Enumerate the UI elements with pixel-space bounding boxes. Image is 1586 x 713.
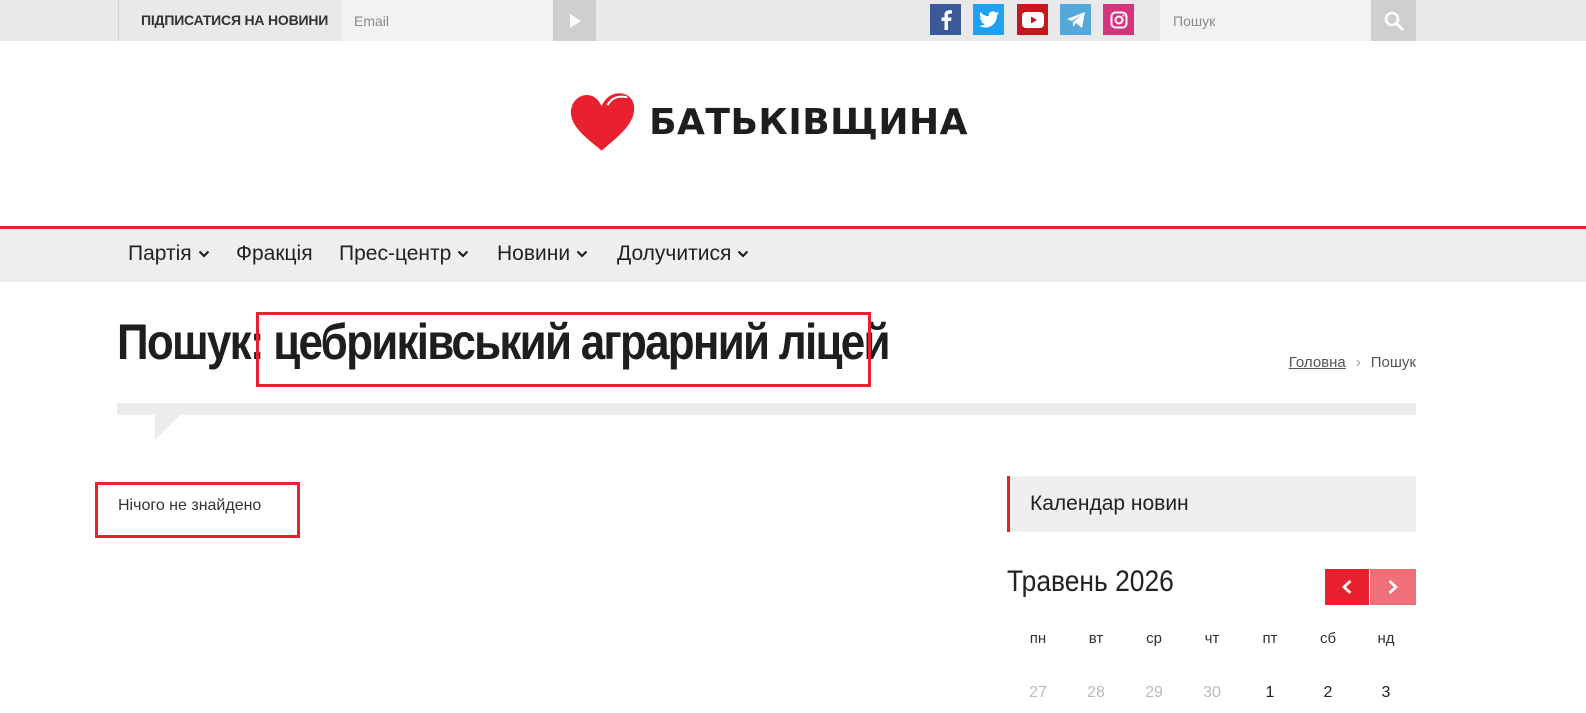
weekday-label: вт: [1088, 630, 1104, 647]
instagram-button[interactable]: [1103, 4, 1134, 35]
youtube-icon: [1021, 11, 1044, 28]
nav-item-news[interactable]: Новини: [497, 229, 588, 282]
calendar-month: Травень 2026: [1007, 565, 1174, 598]
nav-item-label: Фракція: [236, 242, 313, 265]
twitter-icon: [978, 11, 999, 28]
search-input[interactable]: [1160, 0, 1371, 41]
chevron-down-icon: [737, 227, 749, 277]
telegram-button[interactable]: [1060, 4, 1091, 35]
youtube-button[interactable]: [1017, 4, 1048, 35]
chevron-left-icon: [1341, 579, 1352, 595]
top-bar: ПІДПИСАТИСЯ НА НОВИНИ: [0, 0, 1586, 41]
nav-item-press-center[interactable]: Прес-центр: [339, 229, 469, 282]
nav-item-label: Новини: [497, 242, 571, 265]
calendar-day[interactable]: 1: [1250, 684, 1290, 702]
logo-text: БАТЬКІВЩИНА: [649, 101, 968, 143]
site-logo[interactable]: БАТЬКІВЩИНА: [568, 90, 968, 154]
nav-item-label: Партія: [128, 242, 192, 265]
weekday-label: пн: [1029, 630, 1047, 647]
search-button[interactable]: [1371, 0, 1416, 41]
email-input[interactable]: [341, 0, 553, 41]
facebook-icon: [941, 9, 952, 30]
heart-logo-icon: [570, 93, 635, 151]
instagram-icon: [1110, 11, 1127, 28]
chevron-right-icon: [1388, 579, 1399, 595]
weekday-label: чт: [1204, 630, 1220, 647]
chevron-down-icon: [576, 227, 588, 277]
calendar-day[interactable]: 2: [1308, 684, 1348, 702]
telegram-icon: [1066, 11, 1085, 28]
calendar-next-button[interactable]: [1370, 569, 1416, 605]
nav-item-label: Прес-центр: [339, 242, 452, 265]
not-found-highlight-box: [95, 482, 300, 538]
main-nav: Партія Фракція Прес-центр Новини Долучит…: [0, 226, 1586, 282]
nav-item-join[interactable]: Долучитися: [617, 229, 749, 282]
calendar-day: 29: [1145, 684, 1163, 701]
weekday-label: нд: [1377, 630, 1395, 647]
calendar-widget-title: Календар новин: [1007, 476, 1416, 532]
title-prefix: Пошук:: [117, 314, 265, 370]
chevron-down-icon: [457, 227, 469, 277]
divider-notch: [155, 414, 181, 440]
email-submit-button[interactable]: [553, 0, 596, 41]
subscribe-label: ПІДПИСАТИСЯ НА НОВИНИ: [118, 0, 340, 41]
weekday-label: ср: [1146, 630, 1162, 647]
calendar-day[interactable]: 3: [1366, 684, 1406, 702]
play-icon: [569, 13, 581, 28]
chevron-right-icon: ›: [1355, 354, 1361, 371]
weekday-label: сб: [1319, 630, 1337, 647]
calendar-day: 30: [1203, 684, 1221, 701]
query-highlight-box: [256, 312, 871, 387]
weekday-label: пт: [1262, 630, 1278, 647]
nav-item-party[interactable]: Партія: [128, 229, 210, 282]
calendar-prev-button[interactable]: [1325, 569, 1369, 605]
search-icon: [1384, 11, 1403, 30]
nav-item-label: Долучитися: [617, 242, 732, 265]
twitter-button[interactable]: [973, 4, 1004, 35]
breadcrumb-home-link[interactable]: Головна: [1289, 354, 1346, 371]
breadcrumb: Головна › Пошук: [1289, 354, 1416, 371]
calendar-day: 27: [1029, 684, 1047, 701]
chevron-down-icon: [198, 227, 210, 277]
facebook-button[interactable]: [930, 4, 961, 35]
breadcrumb-current: Пошук: [1370, 354, 1416, 371]
title-divider: [117, 403, 1416, 415]
calendar-day: 28: [1087, 684, 1105, 701]
nav-item-faction[interactable]: Фракція: [236, 229, 313, 282]
